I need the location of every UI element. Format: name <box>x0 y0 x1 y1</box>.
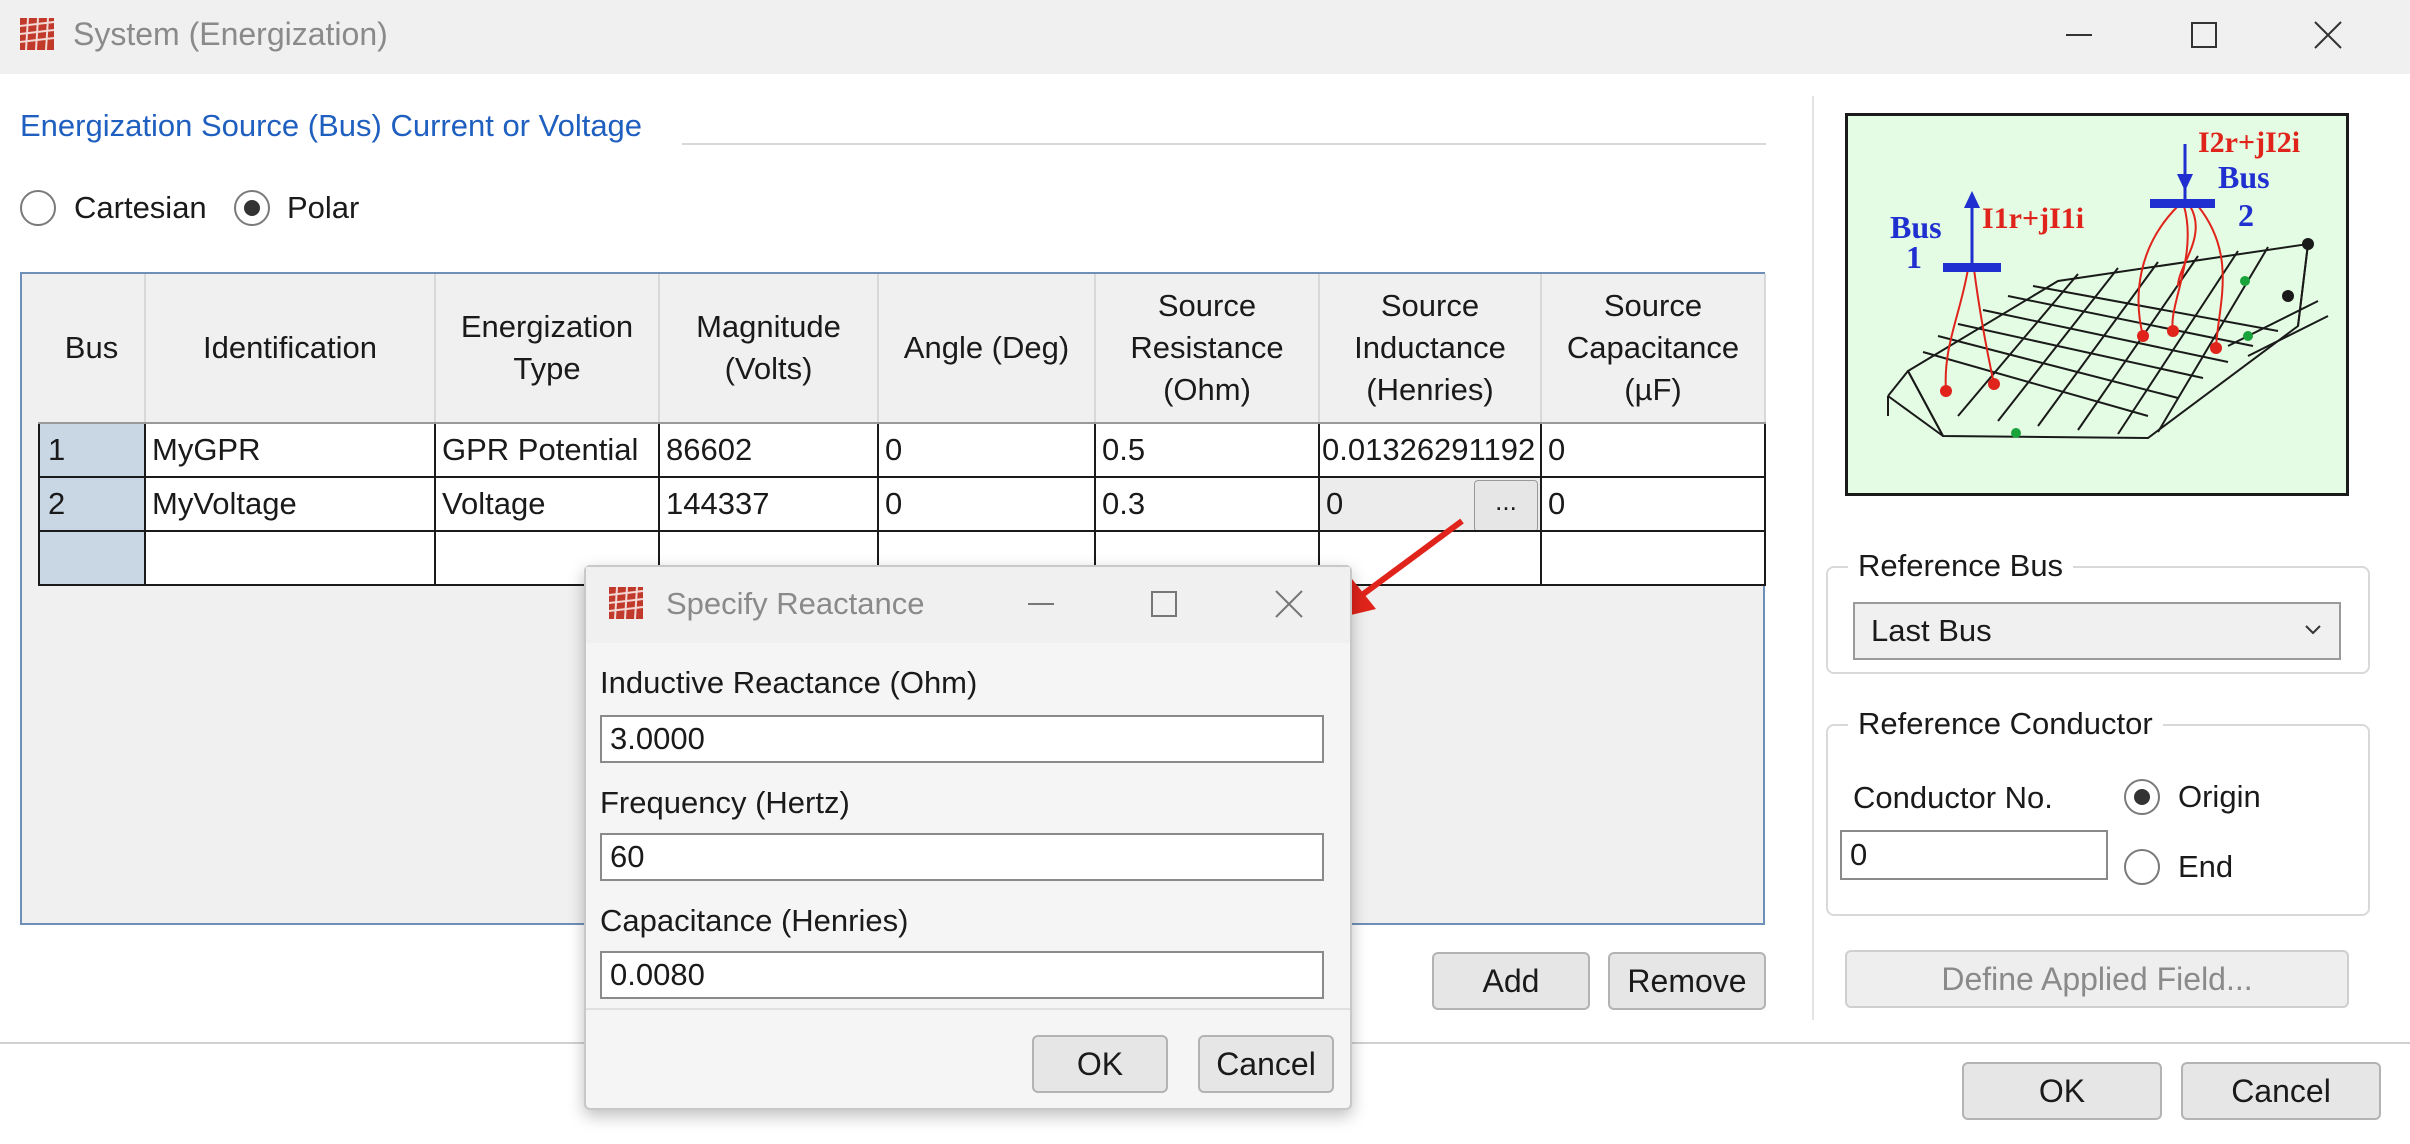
reference-bus-title: Reference Bus <box>1848 548 2074 584</box>
maximize-icon[interactable] <box>2174 10 2234 60</box>
current1-label: I1r+jI1i <box>1982 202 2084 235</box>
bus2-label: Bus <box>2218 159 2270 195</box>
window-title: System (Energization) <box>73 16 388 52</box>
close-icon[interactable] <box>1273 588 1305 625</box>
grid-cell[interactable]: 0.5 <box>1094 422 1320 478</box>
maximize-icon[interactable] <box>1149 589 1179 624</box>
minimize-icon[interactable] <box>1026 589 1056 624</box>
grid-cell[interactable] <box>1540 530 1766 586</box>
conductor-no-input[interactable]: 0 <box>1840 830 2108 880</box>
popup-cancel-button[interactable]: Cancel <box>1198 1035 1334 1093</box>
row-bus-cell[interactable]: 2 <box>38 476 146 532</box>
ok-button[interactable]: OK <box>1962 1062 2162 1120</box>
grid-mesh-icon <box>18 14 58 54</box>
column-header[interactable]: Magnitude (Volts) <box>659 274 879 424</box>
minimize-icon[interactable] <box>2049 10 2109 60</box>
grid-cell[interactable]: 0.01326291192 <box>1318 422 1542 478</box>
frequency-input[interactable]: 60 <box>600 833 1324 881</box>
end-radio[interactable] <box>2124 849 2160 885</box>
grid-cell[interactable]: 0 <box>1540 422 1766 478</box>
reference-conductor-title: Reference Conductor <box>1848 706 2163 742</box>
row-bus-cell[interactable] <box>38 530 146 586</box>
bus1-number: 1 <box>1906 239 1922 275</box>
table-row[interactable]: 2 MyVoltage Voltage 144337 0 0.3 0 ... 0 <box>38 476 1766 532</box>
section-divider <box>682 143 1766 145</box>
specify-reactance-dialog[interactable]: Specify Reactance Inductive Reactance (O… <box>584 565 1352 1110</box>
grid-cell[interactable]: 0.3 <box>1094 476 1320 532</box>
remove-button[interactable]: Remove <box>1608 952 1766 1010</box>
grid-cell[interactable]: 0 <box>877 422 1096 478</box>
origin-radio[interactable] <box>2124 779 2160 815</box>
grounding-system-diagram: Bus 1 I1r+jI1i I2r+jI2i Bus 2 <box>1845 113 2349 496</box>
grid-cell[interactable]: Voltage <box>434 476 660 532</box>
cartesian-radio[interactable] <box>20 190 56 226</box>
popup-divider <box>586 1008 1350 1010</box>
popup-title: Specify Reactance <box>666 586 925 621</box>
grid-cell[interactable]: MyVoltage <box>144 476 436 532</box>
column-header[interactable]: Source Capacitance (µF) <box>1541 274 1766 424</box>
reference-bus-value: Last Bus <box>1871 613 1992 648</box>
cancel-button[interactable]: Cancel <box>2181 1062 2381 1120</box>
bus2-number: 2 <box>2238 197 2254 233</box>
column-header[interactable]: Source Resistance (Ohm) <box>1095 274 1320 424</box>
grid-cell[interactable]: 0 <box>877 476 1096 532</box>
current2-label: I2r+jI2i <box>2198 126 2300 159</box>
grid-mesh-icon <box>607 583 647 623</box>
grid-cell[interactable]: 144337 <box>658 476 879 532</box>
cartesian-label[interactable]: Cartesian <box>74 190 207 226</box>
capacitance-input[interactable]: 0.0080 <box>600 951 1324 999</box>
popup-ok-button[interactable]: OK <box>1032 1035 1168 1093</box>
title-bar: System (Energization) <box>0 0 2410 74</box>
inductive-reactance-label: Inductive Reactance (Ohm) <box>600 665 978 700</box>
panel-divider <box>1812 96 1814 1020</box>
end-label[interactable]: End <box>2178 849 2233 885</box>
define-applied-field-button[interactable]: Define Applied Field... <box>1845 950 2349 1008</box>
column-header[interactable]: Source Inductance (Henries) <box>1319 274 1542 424</box>
conductor-no-label: Conductor No. <box>1853 780 2053 815</box>
polar-label[interactable]: Polar <box>287 190 359 226</box>
ellipsis-button[interactable]: ... <box>1474 480 1538 529</box>
polar-radio[interactable] <box>234 190 270 226</box>
inductive-reactance-input[interactable]: 3.0000 <box>600 715 1324 763</box>
table-row[interactable]: 1 MyGPR GPR Potential 86602 0 0.5 0.0132… <box>38 422 1766 478</box>
energization-grid[interactable]: Bus Identification Energization Type Mag… <box>38 274 1766 586</box>
grid-cell[interactable] <box>144 530 436 586</box>
column-header[interactable]: Bus <box>39 274 146 424</box>
capacitance-label: Capacitance (Henries) <box>600 903 909 938</box>
popup-title-bar: Specify Reactance <box>586 567 1350 643</box>
grid-cell[interactable]: MyGPR <box>144 422 436 478</box>
frequency-label: Frequency (Hertz) <box>600 785 850 820</box>
reference-bus-select[interactable]: Last Bus <box>1853 602 2341 660</box>
reference-conductor-group <box>1826 724 2370 916</box>
add-button[interactable]: Add <box>1432 952 1590 1010</box>
grid-cell[interactable]: GPR Potential <box>434 422 660 478</box>
section-title: Energization Source (Bus) Current or Vol… <box>20 108 643 143</box>
row-bus-cell[interactable]: 1 <box>38 422 146 478</box>
close-icon[interactable] <box>2298 10 2358 60</box>
grid-cell[interactable]: 86602 <box>658 422 879 478</box>
column-header[interactable]: Energization Type <box>435 274 660 424</box>
column-header[interactable]: Angle (Deg) <box>878 274 1096 424</box>
grid-cell[interactable]: 0 <box>1540 476 1766 532</box>
chevron-down-icon <box>2305 625 2321 635</box>
column-header[interactable]: Identification <box>145 274 436 424</box>
origin-label[interactable]: Origin <box>2178 779 2261 815</box>
grid-header-row: Bus Identification Energization Type Mag… <box>39 274 1766 424</box>
